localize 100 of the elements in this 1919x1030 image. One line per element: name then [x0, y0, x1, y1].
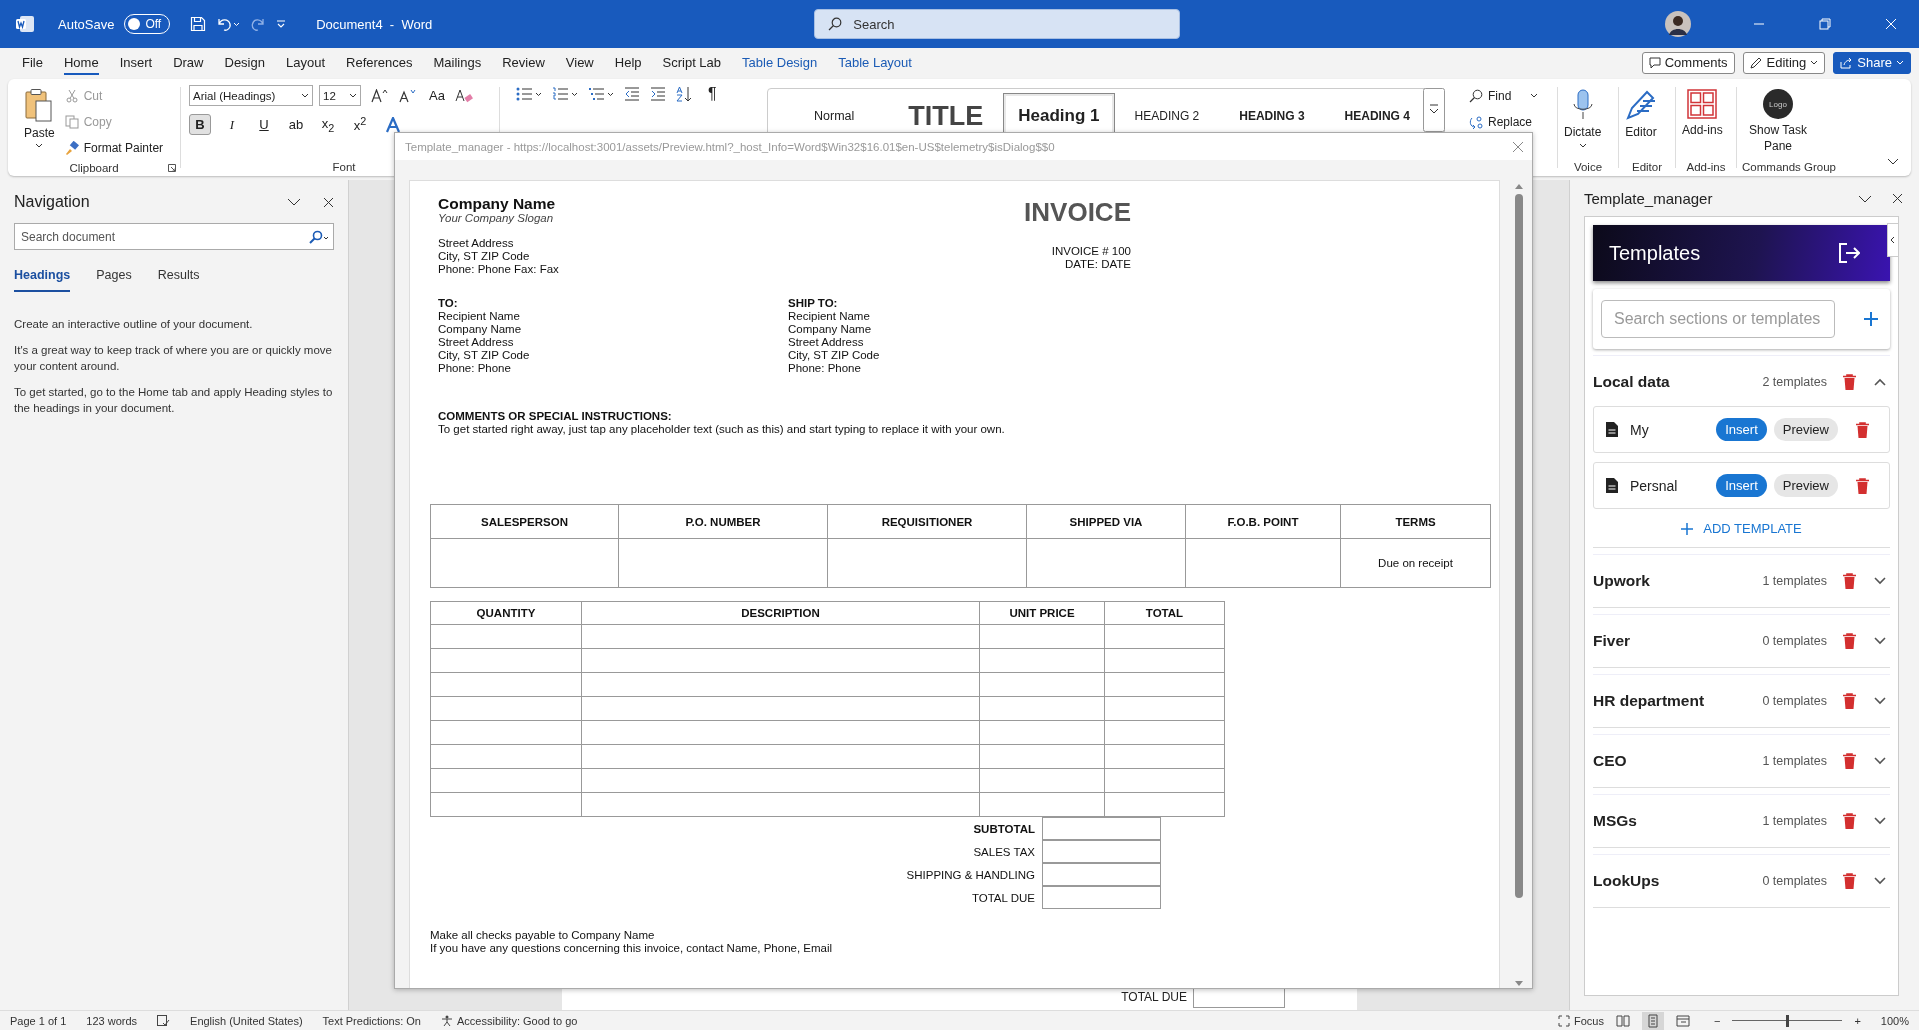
format-button[interactable]: ab [285, 114, 307, 135]
status-text[interactable]: 123 words [86, 1014, 138, 1027]
zoom-thumb[interactable] [1786, 1014, 1790, 1027]
focus-button[interactable]: Focus [1558, 1014, 1604, 1027]
section-title[interactable]: HR department [1593, 692, 1745, 710]
section-title[interactable]: Fiver [1593, 632, 1745, 650]
ribbon-button[interactable]: Logo Show Task Pane [1737, 85, 1819, 156]
section-title[interactable]: Local data [1593, 373, 1745, 391]
menu-tab[interactable]: Home [63, 51, 99, 74]
insert-button[interactable]: Insert [1716, 418, 1767, 441]
change-case-button[interactable]: Aa [429, 88, 445, 103]
clear-formatting-icon[interactable] [454, 87, 473, 104]
add-template-button[interactable]: ADD TEMPLATE [1681, 521, 1802, 536]
search-field[interactable]: Search [814, 9, 1181, 39]
style-option[interactable]: Normal [768, 93, 895, 139]
menu-tab[interactable]: View [565, 51, 594, 74]
increase-indent-icon[interactable] [650, 87, 666, 101]
avatar-icon[interactable] [1665, 11, 1691, 37]
style-option[interactable]: HEADING 2 [1114, 93, 1220, 139]
nav-tab[interactable]: Headings [14, 268, 71, 292]
paste-button[interactable]: Paste [18, 85, 61, 151]
numbering-icon[interactable] [552, 87, 578, 101]
menu-tab[interactable]: Layout [285, 51, 325, 74]
zoom-out-button[interactable]: − [1714, 1014, 1721, 1027]
redo-icon[interactable] [250, 16, 267, 32]
accessibility-status[interactable]: Accessibility: Good to go [441, 1014, 578, 1027]
undo-icon[interactable] [216, 16, 241, 32]
decrease-indent-icon[interactable] [624, 87, 640, 101]
format-button[interactable]: x$^{2}$ [349, 114, 371, 135]
chevron-down-icon[interactable] [1874, 637, 1886, 645]
search-field[interactable]: Search sections or templates [1601, 300, 1835, 338]
chevron-down-icon[interactable] [1874, 877, 1886, 885]
menu-tab[interactable]: Draw [173, 51, 204, 74]
ribbon-button[interactable]: Dictate [1558, 85, 1608, 151]
text-predictions-status[interactable]: Text Predictions: On [322, 1014, 421, 1027]
ribbon-button[interactable]: Editor [1619, 85, 1663, 142]
status-text[interactable]: Page 1 of 1 [10, 1014, 67, 1027]
section-title[interactable]: Upwork [1593, 572, 1745, 590]
preview-button[interactable]: Preview [1773, 474, 1838, 497]
font-name-field[interactable]: Arial (Headings) [189, 85, 313, 106]
trash-icon[interactable] [1843, 573, 1856, 589]
chevron-down-icon[interactable] [1887, 158, 1899, 166]
chevron-up-icon[interactable] [1874, 378, 1886, 386]
multilevel-list-icon[interactable] [588, 87, 614, 101]
sort-icon[interactable] [676, 86, 692, 102]
section-title[interactable]: LookUps [1593, 872, 1745, 890]
format-button[interactable]: U [253, 114, 275, 135]
menu-tab[interactable]: Review [502, 51, 545, 74]
menu-tab[interactable]: Help [614, 51, 642, 74]
style-option[interactable]: HEADING 3 [1219, 93, 1325, 139]
plus-icon[interactable] [1863, 311, 1879, 327]
insert-button[interactable]: Insert [1716, 474, 1767, 497]
format-painter-button[interactable]: Format Painter [64, 137, 164, 159]
style-option[interactable]: TITLE [894, 93, 1004, 139]
dialog-launcher-icon[interactable] [168, 163, 176, 172]
preview-button[interactable]: Preview [1773, 418, 1838, 441]
bullets-icon[interactable] [516, 87, 542, 101]
language-status[interactable]: English (United States) [190, 1014, 303, 1027]
menu-tab[interactable]: File [22, 51, 43, 74]
menu-tab[interactable]: Table Layout [838, 51, 912, 74]
menu-tab[interactable]: Insert [119, 51, 153, 74]
scroll-down-icon[interactable] [1514, 980, 1524, 988]
trash-icon[interactable] [1843, 374, 1856, 390]
editing-button[interactable]: Editing [1742, 51, 1826, 74]
section-title[interactable]: MSGs [1593, 812, 1745, 830]
trash-icon[interactable] [1856, 477, 1869, 494]
scroll-up-icon[interactable] [1514, 182, 1524, 190]
section-title[interactable]: CEO [1593, 752, 1745, 770]
chevron-down-icon[interactable] [1874, 817, 1886, 825]
menu-tab[interactable]: Script Lab [662, 51, 722, 74]
search-field[interactable]: Search document [14, 223, 334, 250]
trash-icon[interactable] [1843, 813, 1856, 829]
nav-tab[interactable]: Pages [96, 268, 132, 292]
nav-tab[interactable]: Results [157, 268, 200, 292]
more-styles-icon[interactable] [1423, 88, 1445, 132]
format-button[interactable]: B [189, 114, 211, 135]
chevron-down-icon[interactable] [1874, 757, 1886, 765]
text-effects-icon[interactable] [385, 116, 401, 133]
zoom-level[interactable]: 100% [1880, 1014, 1909, 1027]
trash-icon[interactable] [1843, 633, 1856, 649]
trash-icon[interactable] [1843, 753, 1856, 769]
show-formatting-button[interactable]: ¶ [708, 85, 717, 103]
customize-caret-icon[interactable] [276, 19, 287, 29]
trash-icon[interactable] [1856, 421, 1869, 438]
format-button[interactable]: I [221, 114, 243, 135]
save-icon[interactable] [190, 16, 207, 32]
find-button[interactable]: Find [1469, 85, 1539, 107]
comments-button[interactable]: Comments [1641, 51, 1735, 74]
grow-font-icon[interactable] [371, 88, 389, 103]
format-button[interactable]: x$_{2}$ [317, 114, 339, 135]
print-layout-icon[interactable] [1642, 1011, 1664, 1030]
logout-icon[interactable] [1838, 243, 1860, 263]
shrink-font-icon[interactable] [399, 88, 417, 103]
menu-tab[interactable]: References [346, 51, 413, 74]
menu-tab[interactable]: Table Design [742, 51, 818, 74]
share-button[interactable]: Share [1833, 51, 1911, 74]
ribbon-button[interactable]: Add-ins [1676, 85, 1729, 140]
close-icon[interactable] [323, 196, 334, 208]
word-logo-icon[interactable] [16, 16, 34, 32]
replace-button[interactable]: Replace [1469, 111, 1533, 133]
